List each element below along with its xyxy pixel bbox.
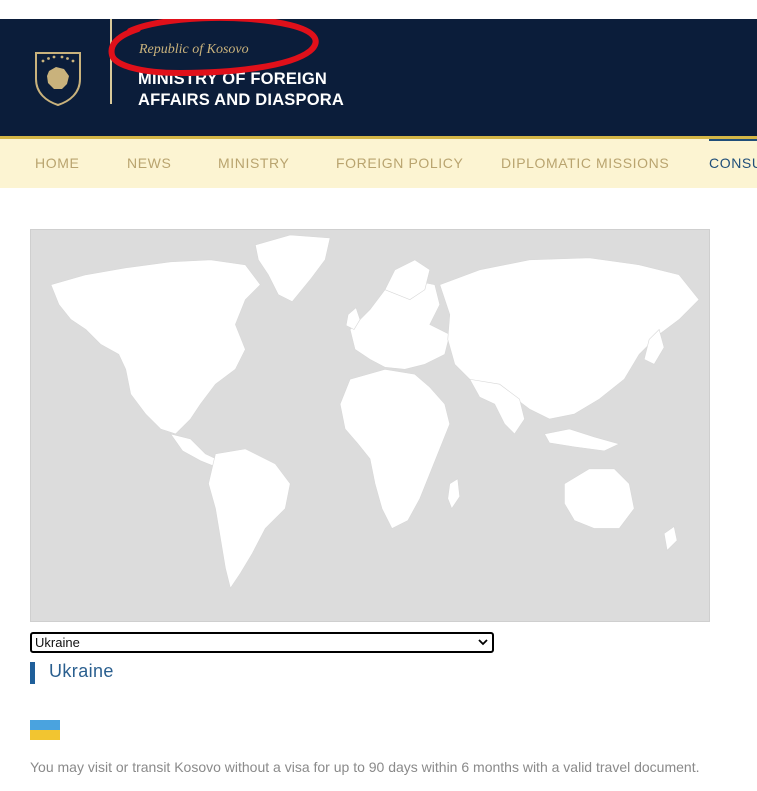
map-indonesia <box>544 428 621 452</box>
main-nav: HOME NEWS MINISTRY FOREIGN POLICY DIPLOM… <box>0 139 757 188</box>
map-madagascar <box>447 478 461 510</box>
nav-item-ministry[interactable]: MINISTRY <box>218 139 289 188</box>
header-divider <box>110 19 112 104</box>
country-heading: Ukraine <box>49 661 114 681</box>
ukraine-flag-icon <box>30 720 60 740</box>
map-australia <box>564 468 635 529</box>
nav-item-news[interactable]: NEWS <box>127 139 171 188</box>
ministry-title[interactable]: MINISTRY OF FOREIGN AFFAIRS AND DIASPORA <box>138 69 344 111</box>
nav-item-foreign-policy[interactable]: FOREIGN POLICY <box>336 139 463 188</box>
chevron-down-icon <box>478 639 488 646</box>
map-new-zealand <box>663 525 678 551</box>
map-africa <box>339 368 451 529</box>
flag-blue-stripe <box>30 720 60 730</box>
nav-item-diplomatic-missions[interactable]: DIPLOMATIC MISSIONS <box>501 139 669 188</box>
map-south-america <box>208 448 291 589</box>
heading-accent-bar <box>30 662 35 684</box>
nav-active-indicator <box>709 139 757 141</box>
country-select-value: Ukraine <box>35 635 80 650</box>
world-map[interactable] <box>30 229 710 622</box>
visa-info-text: You may visit or transit Kosovo without … <box>30 759 700 775</box>
map-north-america <box>50 259 261 435</box>
map-central-america <box>169 433 221 468</box>
page: Republic of Kosovo MINISTRY OF FOREIGN A… <box>0 0 757 791</box>
country-select[interactable]: Ukraine <box>30 632 494 653</box>
ministry-title-line1: MINISTRY OF FOREIGN <box>138 70 327 88</box>
nav-item-consular[interactable]: CONSU <box>709 139 757 188</box>
world-map-svg <box>50 234 700 589</box>
ministry-title-line2: AFFAIRS AND DIASPORA <box>138 91 344 109</box>
republic-label: Republic of Kosovo <box>139 42 249 57</box>
flag-yellow-stripe <box>30 730 60 740</box>
map-greenland <box>254 234 331 303</box>
kosovo-emblem-icon[interactable] <box>32 49 84 107</box>
site-header: Republic of Kosovo MINISTRY OF FOREIGN A… <box>0 19 757 136</box>
nav-item-home[interactable]: HOME <box>35 139 79 188</box>
